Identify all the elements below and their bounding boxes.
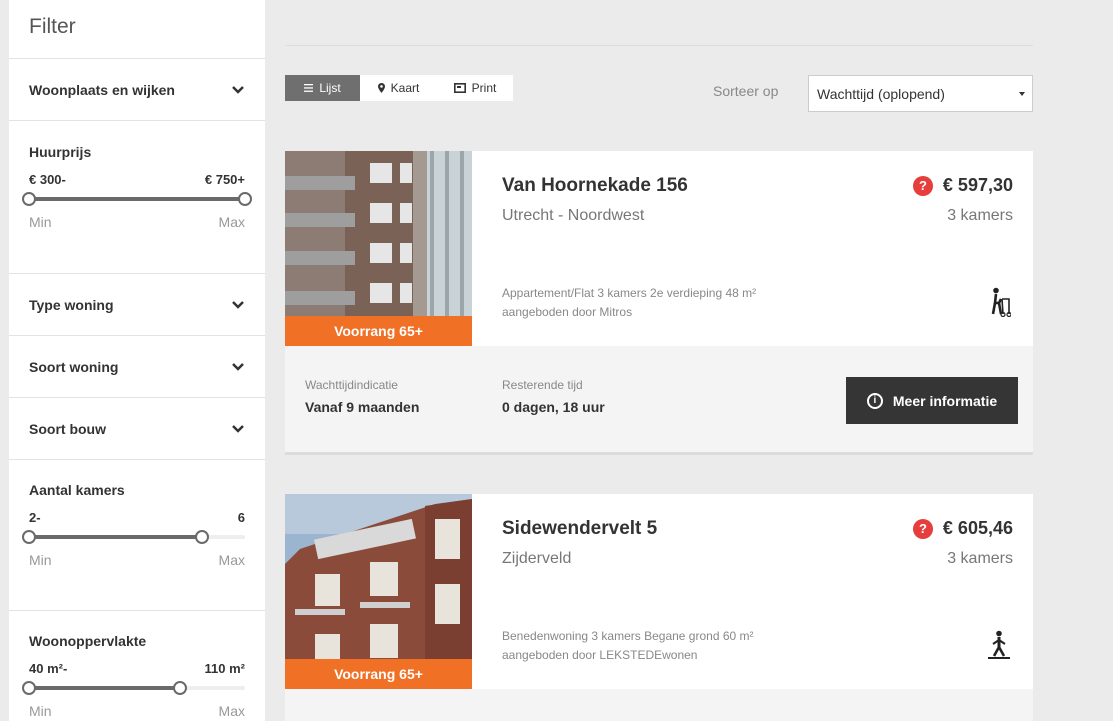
filter-sidebar: Filter Woonplaats en wijken Huurprijs € … [9, 0, 265, 721]
wachttijd-label: Wachttijdindicatie [305, 378, 398, 392]
tab-print[interactable]: Print [437, 75, 513, 101]
oppervlakte-max-value: 110 m² [204, 661, 245, 676]
listing-photo[interactable]: Voorrang 65+ [285, 494, 472, 689]
walker-icon [991, 287, 1011, 317]
filter-huurprijs-label: Huurprijs [29, 144, 92, 160]
divider [285, 45, 1033, 46]
listing-city: Zijderveld [502, 550, 572, 567]
kamers-max-value: 6 [237, 510, 245, 525]
listing-price-value: € 597,30 [942, 175, 1013, 195]
listing-card[interactable]: Voorrang 65+ Sidewendervelt 5 Zijderveld… [285, 494, 1033, 721]
oppervlakte-max-handle[interactable] [173, 681, 188, 695]
listing-photo[interactable]: Voorrang 65+ [285, 151, 472, 346]
oppervlakte-slider[interactable] [22, 681, 245, 695]
filter-title: Filter [9, 0, 265, 59]
kamers-slider[interactable] [22, 530, 245, 544]
priority-badge: Voorrang 65+ [285, 659, 472, 689]
kamers-min-label: Min [29, 552, 52, 568]
listing-desc-line1: Benedenwoning 3 kamers Begane grond 60 m… [502, 629, 754, 643]
wachttijd-value: Vanaf 9 maanden [305, 399, 420, 415]
tab-kaart-label: Kaart [390, 81, 420, 95]
listing-rooms: 3 kamers [947, 207, 1013, 224]
sort-label: Sorteer op [713, 83, 779, 99]
filter-type-woning-label: Type woning [29, 296, 114, 313]
filter-soort-woning-toggle[interactable]: Soort woning [9, 336, 265, 398]
filter-woonoppervlakte: Woonoppervlakte 40 m²- 110 m² Min Max [9, 611, 265, 721]
sort-select-value: Wachttijd (oplopend) [817, 86, 945, 102]
filter-woonplaats-label: Woonplaats en wijken [29, 81, 175, 98]
oppervlakte-max-label: Max [218, 703, 245, 719]
meer-informatie-label: Meer informatie [892, 392, 998, 409]
kamers-max-handle[interactable] [194, 530, 209, 544]
listing-card[interactable]: Voorrang 65+ Van Hoornekade 156 Utrecht … [285, 151, 1033, 455]
huurprijs-slider[interactable] [22, 192, 252, 206]
listing-price-value: € 605,46 [942, 518, 1013, 538]
oppervlakte-min-label: Min [29, 703, 52, 719]
chevron-down-icon [232, 362, 244, 371]
huurprijs-min-handle[interactable] [22, 192, 36, 206]
kamers-max-label: Max [218, 552, 245, 568]
filter-soort-bouw-label: Soort bouw [29, 420, 106, 437]
filter-type-woning-toggle[interactable]: Type woning [9, 274, 265, 336]
listing-price: ? € 597,30 [912, 175, 1013, 196]
huurprijs-min-value: € 300- [29, 172, 66, 187]
oppervlakte-min-value: 40 m²- [29, 661, 68, 676]
chevron-down-icon [232, 85, 244, 94]
chevron-down-icon [232, 424, 244, 433]
huurprijs-max-handle[interactable] [238, 192, 252, 206]
listing-description: Appartement/Flat 3 kamers 2e verdieping … [502, 284, 756, 322]
tab-kaart[interactable]: Kaart [360, 75, 437, 101]
listing-details [285, 689, 1033, 721]
meer-informatie-button[interactable]: i Meer informatie [846, 377, 1018, 424]
filter-aantal-kamers: Aantal kamers 2- 6 Min Max [9, 460, 265, 611]
listing-address[interactable]: Van Hoornekade 156 [502, 175, 688, 197]
listing-price: ? € 605,46 [912, 518, 1013, 539]
listing-details: Wachttijdindicatie Vanaf 9 maanden Reste… [285, 346, 1033, 455]
filter-huurprijs: Huurprijs € 300- € 750+ Min Max [9, 121, 265, 274]
walking-person-icon [988, 630, 1010, 659]
question-icon[interactable]: ? [912, 175, 933, 196]
listing-rooms: 3 kamers [947, 550, 1013, 567]
filter-soort-bouw-toggle[interactable]: Soort bouw [9, 398, 265, 460]
huurprijs-min-label: Min [29, 214, 52, 230]
filter-aantal-kamers-label: Aantal kamers [29, 482, 125, 498]
info-icon: i [866, 392, 883, 409]
listing-desc-line1: Appartement/Flat 3 kamers 2e verdieping … [502, 286, 757, 300]
question-icon[interactable]: ? [912, 518, 933, 539]
sort-select[interactable]: Wachttijd (oplopend) [808, 75, 1033, 112]
tab-lijst-label: Lijst [319, 81, 341, 95]
chevron-down-icon [232, 300, 244, 309]
priority-badge: Voorrang 65+ [285, 316, 472, 346]
listing-address[interactable]: Sidewendervelt 5 [502, 518, 657, 540]
listing-description: Benedenwoning 3 kamers Begane grond 60 m… [502, 627, 754, 665]
tab-print-label: Print [471, 81, 497, 95]
filter-woonoppervlakte-label: Woonoppervlakte [29, 633, 147, 649]
huurprijs-max-label: Max [218, 214, 245, 230]
listing-desc-line2: aangeboden door Mitros [502, 305, 633, 319]
resterende-tijd-label: Resterende tijd [502, 378, 583, 392]
kamers-min-handle[interactable] [22, 530, 36, 544]
kamers-min-value: 2- [29, 510, 41, 525]
listing-desc-line2: aangeboden door LEKSTEDEwonen [502, 648, 698, 662]
listing-city: Utrecht - Noordwest [502, 207, 645, 224]
list-icon [304, 84, 314, 92]
resterende-tijd-value: 0 dagen, 18 uur [502, 399, 605, 415]
oppervlakte-min-handle[interactable] [22, 681, 36, 695]
print-icon [453, 83, 466, 93]
filter-soort-woning-label: Soort woning [29, 358, 119, 375]
map-pin-icon [377, 83, 385, 93]
tab-lijst[interactable]: Lijst [285, 75, 360, 101]
view-tabs: Lijst Kaart Print [285, 75, 513, 101]
caret-down-icon [1019, 92, 1025, 96]
huurprijs-max-value: € 750+ [204, 172, 245, 187]
filter-woonplaats-toggle[interactable]: Woonplaats en wijken [9, 59, 265, 121]
